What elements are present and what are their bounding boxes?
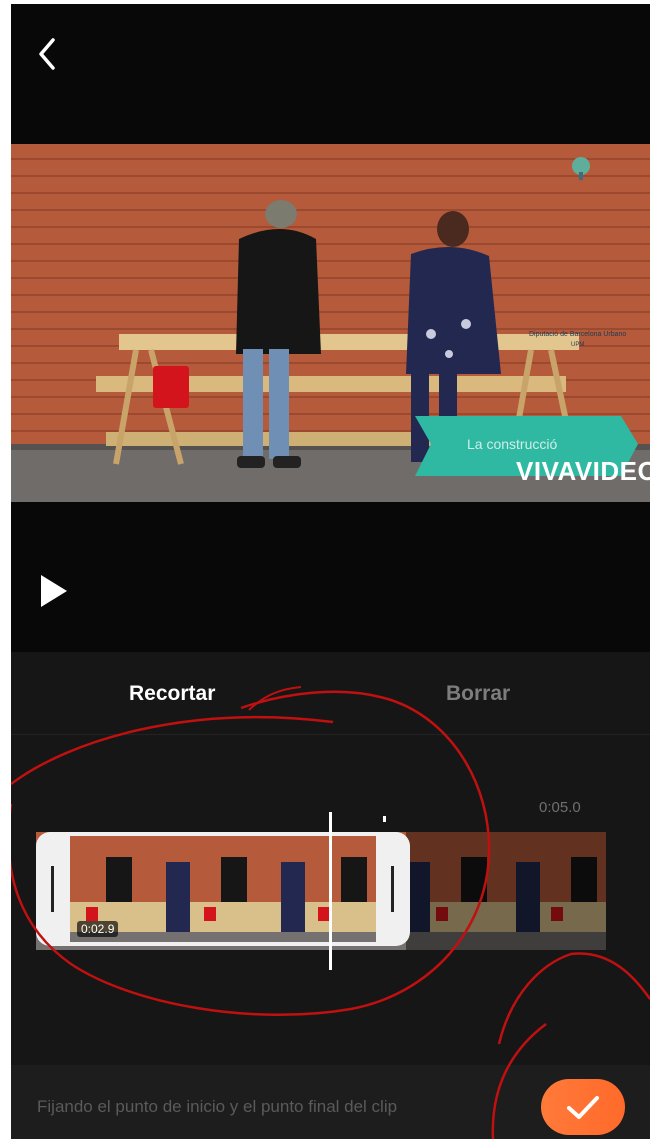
chevron-left-icon	[39, 38, 55, 70]
banner-text: La construcció	[467, 436, 558, 452]
timeline-tick	[383, 816, 386, 822]
trim-start-handle[interactable]	[36, 832, 70, 946]
end-time-label: 0:05.0	[539, 799, 581, 816]
player-controls	[11, 502, 650, 652]
play-icon	[41, 575, 67, 607]
play-button[interactable]	[33, 571, 73, 611]
back-button[interactable]	[29, 32, 69, 76]
logo-label: Diputació de Barcelona Urbano	[529, 331, 627, 338]
top-bar	[11, 4, 650, 144]
trim-end-handle[interactable]	[376, 832, 410, 946]
handle-grip	[391, 866, 394, 912]
tab-delete[interactable]: Borrar	[446, 682, 510, 706]
start-time-label: 0:02.9	[77, 921, 119, 937]
checkmark-icon	[567, 1096, 599, 1119]
handle-grip	[51, 866, 54, 912]
tab-divider	[11, 734, 650, 735]
video-editor-screen: Diputació de Barcelona Urbano UPM La con…	[11, 4, 650, 1139]
tab-trim[interactable]: Recortar	[129, 682, 215, 706]
playhead[interactable]	[329, 812, 332, 970]
vivavideo-watermark: VIVAVIDEO	[516, 456, 650, 486]
logo-sublabel: UPM	[571, 342, 585, 348]
confirm-button[interactable]	[541, 1079, 625, 1135]
hint-text: Fijando el punto de inicio y el punto fi…	[37, 1097, 398, 1116]
